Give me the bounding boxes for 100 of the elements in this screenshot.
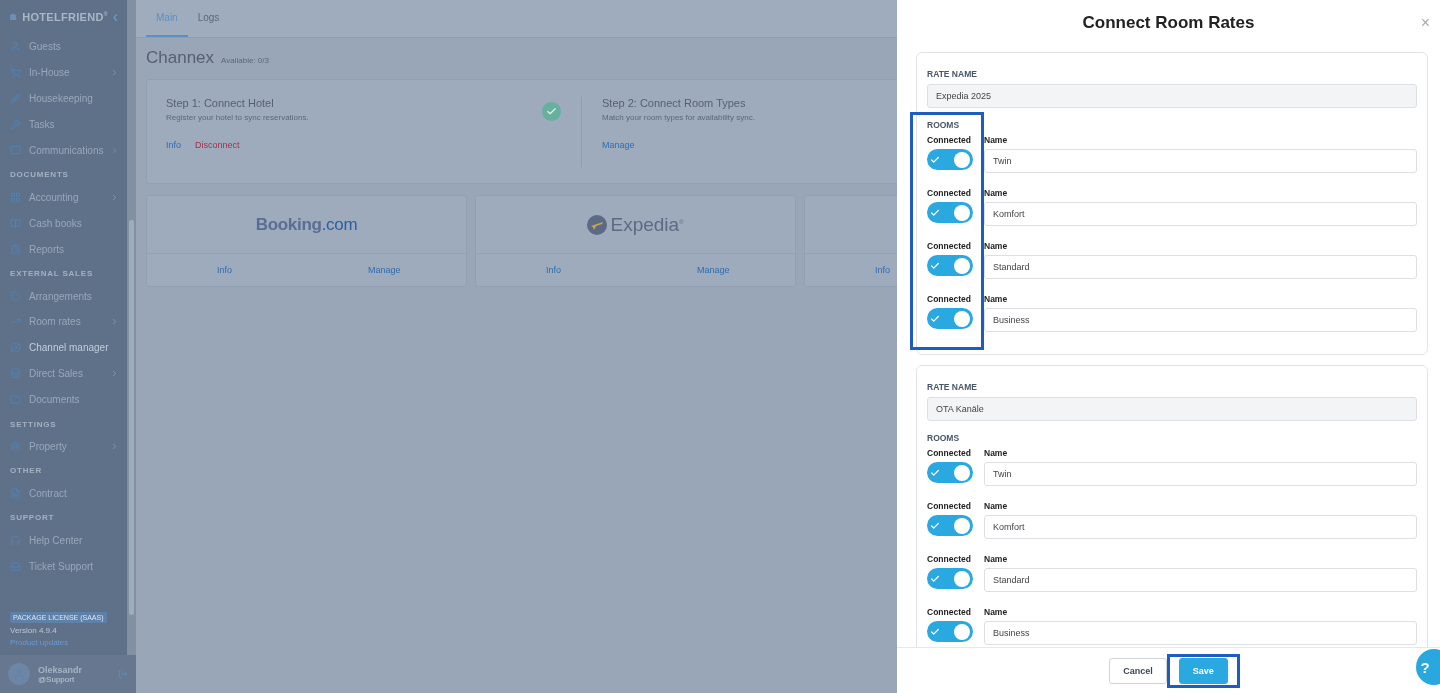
connected-toggle[interactable] xyxy=(927,568,973,589)
section-header: EXTERNAL SALES xyxy=(9,268,95,281)
step-link[interactable]: Manage xyxy=(602,139,635,150)
collapse-button[interactable]: ‹ xyxy=(112,8,118,26)
clipboard-icon xyxy=(10,243,21,255)
room-name-field[interactable]: Komfort xyxy=(984,515,1417,539)
person-icon xyxy=(10,41,21,53)
user-role: @Support xyxy=(38,674,76,684)
name-label: Name xyxy=(984,293,1009,306)
field-label: RATE NAME xyxy=(927,381,978,394)
channel-link[interactable]: Info xyxy=(546,265,561,275)
tab[interactable]: Logs xyxy=(187,0,230,37)
avatar-icon xyxy=(8,663,30,685)
rooms-label: ROOMS xyxy=(927,119,961,132)
step-link[interactable]: Info xyxy=(166,139,181,150)
section-header: DOCUMENTS xyxy=(9,169,70,182)
tag-icon xyxy=(10,290,21,302)
channel-link[interactable]: Manage xyxy=(368,265,401,275)
sidebar-item[interactable]: Accounting xyxy=(0,184,127,211)
connected-label: Connected xyxy=(927,447,972,460)
headphones-icon xyxy=(10,534,21,546)
connected-toggle[interactable] xyxy=(927,515,973,536)
grid-icon xyxy=(10,191,21,203)
connected-toggle[interactable] xyxy=(927,255,973,276)
room-name-field[interactable]: Standard xyxy=(984,568,1417,592)
settings-icon xyxy=(10,441,21,452)
section-header: SUPPORT xyxy=(9,512,56,525)
store-icon xyxy=(10,368,21,380)
disconnect-link[interactable]: Disconnect xyxy=(195,139,240,150)
save-button[interactable]: Save xyxy=(1178,657,1228,684)
help-button[interactable]: ? xyxy=(1416,649,1440,685)
connected-toggle[interactable] xyxy=(927,149,973,170)
updates-link[interactable]: Product updates xyxy=(10,638,117,647)
name-label: Name xyxy=(984,240,1009,253)
connected-toggle[interactable] xyxy=(927,462,973,483)
plane-logo-icon xyxy=(587,214,608,235)
inbox-icon xyxy=(10,560,21,572)
connected-label: Connected xyxy=(927,240,972,253)
sidebar-item[interactable]: Guests xyxy=(0,34,127,60)
chat-icon xyxy=(10,145,21,156)
room-name-field[interactable]: Komfort xyxy=(984,202,1417,226)
sidebar-item[interactable]: Property xyxy=(0,433,127,460)
connected-toggle[interactable] xyxy=(927,621,973,642)
section-header: OTHER xyxy=(9,465,43,478)
sidebar-item[interactable]: In-House xyxy=(0,59,127,86)
check-icon xyxy=(930,260,940,271)
sidebar-item[interactable]: Channel manager xyxy=(0,334,127,361)
connected-label: Connected xyxy=(927,293,972,306)
close-button[interactable]: × xyxy=(1416,12,1434,34)
user-name: Oleksandr xyxy=(38,664,84,675)
rate-name-field[interactable]: OTA Kanäle xyxy=(927,397,1417,421)
field-label: RATE NAME xyxy=(927,68,978,81)
connected-label: Connected xyxy=(927,134,972,147)
name-label: Name xyxy=(984,606,1009,619)
connected-toggle[interactable] xyxy=(927,308,973,329)
connected-label: Connected xyxy=(927,500,972,513)
room-name-field[interactable]: Twin xyxy=(984,462,1417,486)
scrollbar[interactable] xyxy=(127,0,136,655)
check-icon xyxy=(930,467,940,478)
connected-toggle[interactable] xyxy=(927,202,973,223)
room-name-field[interactable]: Twin xyxy=(984,149,1417,173)
rooms-label: ROOMS xyxy=(927,432,961,445)
rate-name-field[interactable]: Expedia 2025 xyxy=(927,84,1417,108)
name-label: Name xyxy=(984,187,1009,200)
expedia-logo: Expedia$^{®}$ xyxy=(610,213,684,236)
channel-link[interactable]: Manage xyxy=(697,265,730,275)
name-label: Name xyxy=(984,134,1009,147)
name-label: Name xyxy=(984,553,1009,566)
sidebar-item[interactable]: Documents xyxy=(0,386,127,413)
room-name-field[interactable]: Business xyxy=(984,621,1417,645)
check-icon xyxy=(930,573,940,584)
brand-name: HOTELFRIEND$^{®}$ xyxy=(22,11,108,23)
brush-icon xyxy=(10,93,21,105)
cart-icon xyxy=(10,67,21,79)
room-name-field[interactable]: Standard xyxy=(984,255,1417,279)
connected-label: Connected xyxy=(927,606,972,619)
page-title: Channex xyxy=(146,48,215,68)
step-title: Step 2: Connect Room Types xyxy=(602,96,747,109)
channel-link[interactable]: Info xyxy=(217,265,232,275)
check-icon xyxy=(930,626,940,637)
room-name-field[interactable]: Business xyxy=(984,308,1417,332)
channel-link[interactable]: Info xyxy=(875,265,890,275)
section-header: SETTINGS xyxy=(9,418,58,431)
sidebar-item[interactable]: Reports xyxy=(0,236,127,263)
wrench-icon xyxy=(10,119,21,131)
drawer-title: Connect Room Rates xyxy=(1082,13,1255,33)
connected-label: Connected xyxy=(927,553,972,566)
check-icon xyxy=(542,101,561,121)
book-icon xyxy=(10,217,21,229)
check-icon xyxy=(930,313,940,324)
sidebar-item[interactable]: Arrangements xyxy=(0,283,127,309)
check-icon xyxy=(930,207,940,218)
orbit-icon xyxy=(10,342,21,354)
name-label: Name xyxy=(984,500,1009,513)
cancel-button[interactable]: Cancel xyxy=(1109,657,1167,684)
booking-logo: Booking.com xyxy=(255,214,358,235)
folder-icon xyxy=(10,394,21,406)
check-icon xyxy=(930,520,940,531)
sidebar-item[interactable]: Housekeeping xyxy=(0,85,127,112)
tab[interactable]: Main xyxy=(146,0,188,37)
